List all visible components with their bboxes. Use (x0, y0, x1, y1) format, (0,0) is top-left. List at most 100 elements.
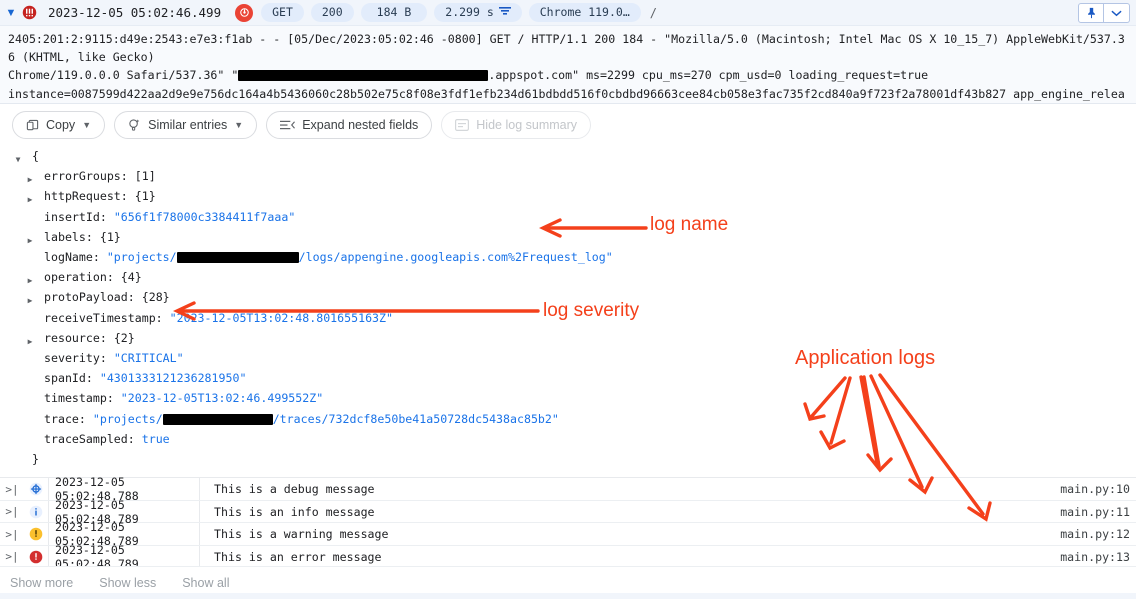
json-value: "2023-12-05T13:02:46.499552Z" (121, 391, 323, 405)
json-line-content: operation: {4} (36, 269, 142, 286)
json-value: "2023-12-05T13:02:48.801655163Z" (170, 311, 393, 325)
expand-fields-icon (280, 119, 295, 131)
json-line-content: insertId: "656f1f78000c3384411f7aaa" (36, 209, 295, 226)
json-line: · timestamp: "2023-12-05T13:02:46.499552Z… (0, 390, 1136, 410)
json-line-content: trace: "projects//traces/732dcf8e50be41a… (36, 411, 559, 428)
user-agent-chip[interactable]: Chrome 119.0… (529, 3, 641, 22)
show-less-button[interactable]: Show less (99, 576, 156, 590)
json-line-content: severity: "CRITICAL" (36, 350, 184, 367)
json-line[interactable]: ▼{ (0, 148, 1136, 168)
json-key: errorGroups: (44, 169, 135, 183)
log-detail-toolbar: Copy ▼ Similar entries ▼ Expand nested f… (0, 104, 1136, 146)
copy-button[interactable]: Copy ▼ (12, 111, 105, 139)
pin-icon[interactable] (1078, 3, 1104, 23)
json-line-content: httpRequest: {1} (36, 188, 156, 205)
show-more-button[interactable]: Show more (10, 576, 73, 590)
chevron-down-icon[interactable] (1104, 3, 1130, 23)
http-method-chip[interactable]: GET (261, 3, 304, 22)
json-line[interactable]: ▶ protoPayload: {28} (0, 289, 1136, 309)
expand-nested-fields-label: Expand nested fields (302, 118, 418, 132)
json-key: spanId: (44, 371, 100, 385)
json-toggle-icon[interactable]: ▶ (24, 229, 36, 249)
json-line[interactable]: ▶operation: {4} (0, 269, 1136, 289)
response-size-chip[interactable]: 184 B (361, 3, 428, 22)
chevron-down-icon: ▼ (234, 120, 243, 130)
json-value: } (32, 452, 39, 466)
http-status-chip[interactable]: 200 (311, 3, 354, 22)
json-line[interactable]: ▶resource: {2} (0, 330, 1136, 350)
similar-entries-label: Similar entries (148, 118, 227, 132)
expand-row-icon[interactable]: >| (0, 483, 24, 496)
copy-icon (26, 119, 39, 132)
json-key: insertId: (44, 210, 114, 224)
json-line[interactable]: ▶errorGroups: [1] (0, 168, 1136, 188)
header-actions (1078, 3, 1130, 23)
show-all-button[interactable]: Show all (182, 576, 229, 590)
log-row-message: This is a warning message (200, 527, 1060, 541)
json-key: resource: (44, 331, 114, 345)
expand-entry-chevron-icon[interactable]: ▼ (2, 4, 20, 22)
expand-nested-fields-button[interactable]: Expand nested fields (266, 111, 432, 139)
json-line-content: labels: {1} (36, 229, 121, 246)
json-key: timestamp: (44, 391, 121, 405)
json-key: labels: (44, 230, 100, 244)
json-line: ·} (0, 451, 1136, 471)
copy-label: Copy (46, 118, 75, 132)
critical-icon (20, 4, 38, 22)
json-line-content: } (24, 451, 39, 468)
latency-icon (499, 3, 511, 22)
hide-log-summary-label: Hide log summary (476, 118, 577, 132)
warning-icon (24, 527, 48, 541)
json-key: protoPayload: (44, 290, 142, 304)
latency-value: 2.299 s (445, 3, 493, 22)
json-key: severity: (44, 351, 114, 365)
log-entry-details-page: ▼ 2023-12-05 05:02:46.499 GET 200 1 (0, 0, 1136, 599)
expand-row-icon[interactable]: >| (0, 528, 24, 541)
raw-line-2-post: .appspot.com" ms=2299 cpu_ms=270 cpm_usd… (488, 68, 928, 82)
json-value: true (142, 432, 170, 446)
json-toggle-icon[interactable]: ▶ (24, 188, 36, 208)
json-bullet-icon: · (24, 411, 36, 431)
json-line: ·trace: "projects//traces/732dcf8e50be41… (0, 411, 1136, 431)
json-line: ·receiveTimestamp: "2023-12-05T13:02:48.… (0, 310, 1136, 330)
json-value: [1] (135, 169, 156, 183)
json-bullet-icon: · (24, 370, 36, 390)
json-bullet-icon: · (24, 350, 36, 370)
json-line: ·severity: "CRITICAL" (0, 350, 1136, 370)
log-row-message: This is an info message (200, 505, 1060, 519)
bulb-icon (128, 118, 141, 132)
json-key: trace: (44, 412, 93, 426)
latency-chip[interactable]: 2.299 s (434, 3, 521, 22)
json-bullet-icon: · (24, 431, 36, 451)
json-value: {4} (121, 270, 142, 284)
json-line-content: traceSampled: true (36, 431, 170, 448)
expand-row-icon[interactable]: >| (0, 550, 24, 563)
json-toggle-icon[interactable]: ▶ (24, 289, 36, 309)
log-row-source: main.py:11 (1060, 505, 1136, 519)
entry-timestamp: 2023-12-05 05:02:46.499 (48, 5, 221, 20)
log-row-message: This is a debug message (200, 482, 1060, 496)
json-toggle-icon[interactable]: ▶ (24, 330, 36, 350)
expand-row-icon[interactable]: >| (0, 505, 24, 518)
json-bullet-icon: · (24, 209, 36, 229)
debug-icon (24, 482, 48, 496)
json-value: {2} (114, 331, 135, 345)
json-line-content: resource: {2} (36, 330, 135, 347)
raw-line-3: instance=0087599d422aa2d9e9e756dc164a4b5… (8, 87, 1125, 104)
json-toggle-icon[interactable]: ▼ (12, 148, 24, 168)
json-line: ·traceSampled: true (0, 431, 1136, 451)
json-toggle-icon[interactable]: ▶ (24, 168, 36, 188)
json-value: {28} (142, 290, 170, 304)
json-line[interactable]: ▶labels: {1} (0, 229, 1136, 249)
json-key: traceSampled: (44, 432, 142, 446)
json-line[interactable]: ▶httpRequest: {1} (0, 188, 1136, 208)
json-bullet-icon: · (24, 390, 36, 410)
log-row-message: This is an error message (200, 550, 1060, 564)
json-bullet-icon: · (24, 249, 36, 269)
json-bullet-icon: · (24, 310, 36, 330)
similar-entries-button[interactable]: Similar entries ▼ (114, 111, 257, 139)
raw-request-log: 2405:201:2:9115:d49e:2543:e7e3:f1ab - - … (0, 26, 1136, 104)
json-line-content: errorGroups: [1] (36, 168, 156, 185)
json-toggle-icon[interactable]: ▶ (24, 269, 36, 289)
info-icon (24, 505, 48, 519)
